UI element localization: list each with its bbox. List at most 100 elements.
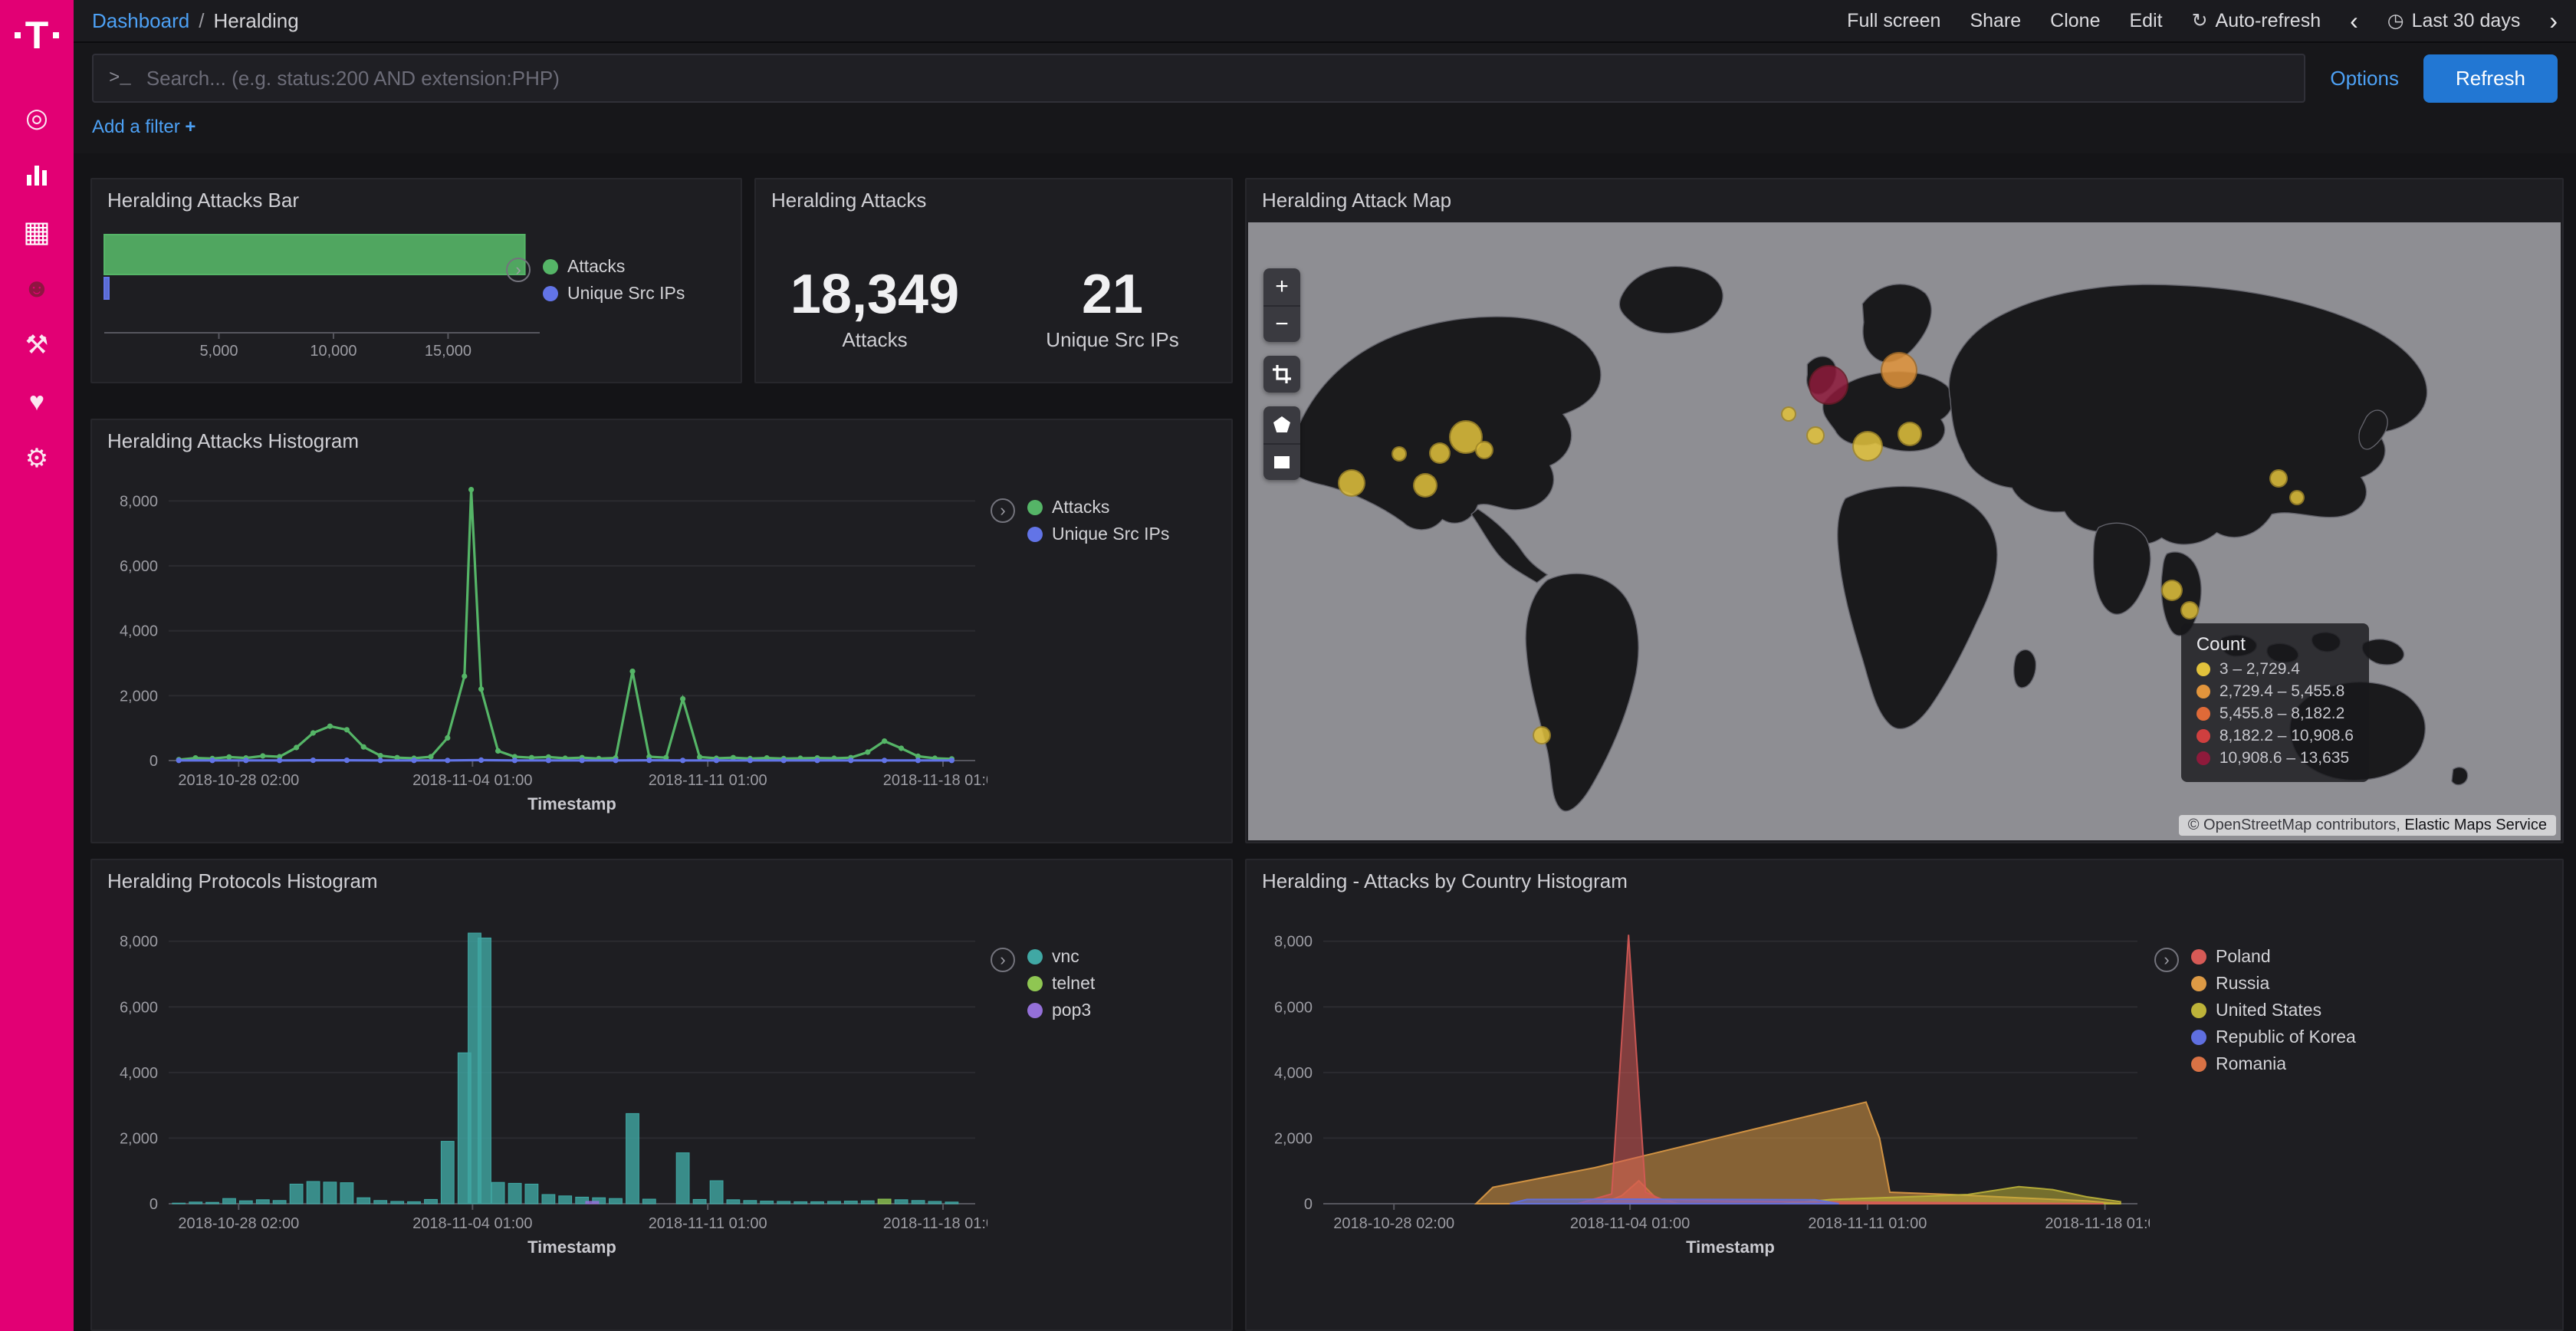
legend-item[interactable]: United States (2191, 1000, 2356, 1020)
map-marker[interactable] (1413, 473, 1438, 498)
query-prompt-icon: >_ (109, 68, 131, 89)
map-legend-range: 2,729.4 – 5,455.8 (2220, 682, 2344, 701)
search-input[interactable] (146, 67, 2289, 90)
svg-text:Timestamp: Timestamp (1686, 1237, 1775, 1257)
draw-polygon-button[interactable] (1263, 406, 1300, 443)
sidebar-item-discover[interactable]: ◎ (0, 98, 74, 138)
panel-title[interactable]: Heralding Attacks Bar (92, 179, 741, 215)
svg-text:2018-11-11 01:00: 2018-11-11 01:00 (649, 772, 767, 789)
legend-items: Poland Russia United States Republic of Kor… (2191, 946, 2356, 1074)
time-back-button[interactable]: ‹ (2350, 7, 2358, 35)
full-screen-button[interactable]: Full screen (1847, 10, 1940, 32)
legend-label: Poland (2216, 946, 2271, 967)
breadcrumb-current: Heralding (213, 9, 298, 33)
legend-item[interactable]: Republic of Korea (2191, 1027, 2356, 1047)
legend-item[interactable]: vnc (1027, 946, 1095, 967)
visualize-icon (27, 164, 47, 186)
legend-toggle-icon[interactable]: › (991, 948, 1015, 972)
breadcrumb-dashboard-link[interactable]: Dashboard (92, 9, 189, 33)
map-marker[interactable] (1852, 431, 1883, 462)
svg-text:2018-11-18 01:00: 2018-11-18 01:00 (2045, 1215, 2150, 1232)
legend-item[interactable]: Unique Src IPs (543, 283, 685, 304)
legend-item[interactable]: pop3 (1027, 1000, 1095, 1020)
map-marker[interactable] (2289, 490, 2305, 505)
time-range-button[interactable]: ◷ Last 30 days (2387, 9, 2521, 32)
legend-toggle-icon[interactable]: › (2154, 948, 2179, 972)
map-attribution[interactable]: © OpenStreetMap contributors, Elastic Ma… (2179, 815, 2556, 836)
svg-text:0: 0 (150, 753, 158, 770)
sidebar-item-management[interactable]: ⚙ (0, 439, 74, 478)
logo-dot (53, 32, 59, 38)
map-marker[interactable] (2161, 580, 2183, 601)
legend-toggle-icon[interactable]: › (506, 258, 531, 282)
panel-title[interactable]: Heralding Attacks (756, 179, 1231, 215)
refresh-button[interactable]: Refresh (2423, 54, 2558, 103)
draw-rectangle-button[interactable] (1263, 443, 1300, 480)
svg-text:Timestamp: Timestamp (527, 1237, 616, 1257)
sidebar-item-monitoring[interactable]: ♥ (0, 382, 74, 422)
edit-button[interactable]: Edit (2129, 10, 2162, 32)
protocols-bar-chart[interactable]: 02,0004,0006,0008,0002018-10-28 02:00201… (98, 906, 987, 1259)
panel-title[interactable]: Heralding - Attacks by Country Histogram (1247, 860, 2562, 896)
attacks-bar-chart[interactable]: 5,00010,00015,000 (101, 219, 561, 376)
discover-icon: ◎ (25, 103, 48, 133)
legend-item[interactable]: Russia (2191, 973, 2356, 994)
panel-title[interactable]: Heralding Attack Map (1247, 179, 2562, 215)
search-box[interactable]: >_ (92, 54, 2305, 103)
share-button[interactable]: Share (1970, 10, 2021, 32)
auto-refresh-button[interactable]: ↻ Auto-refresh (2192, 9, 2321, 32)
sidebar-item-dev-tools[interactable]: ⚒ (0, 325, 74, 365)
logo-letter: T (25, 16, 49, 54)
sidebar-nav: ◎ ▦ ☻ ⚒ ♥ ⚙ (0, 98, 74, 478)
svg-text:0: 0 (1304, 1196, 1313, 1213)
map-marker[interactable] (2180, 601, 2199, 619)
legend-item[interactable]: Romania (2191, 1053, 2356, 1074)
map-marker[interactable] (1429, 442, 1451, 464)
world-map[interactable]: + − Count 3 – 2,729.42,729.4 – 5,455.85,… (1248, 222, 2561, 840)
map-marker[interactable] (1881, 352, 1917, 389)
legend-item[interactable]: Attacks (1027, 497, 1169, 518)
map-marker[interactable] (2269, 469, 2288, 488)
map-marker[interactable] (1898, 422, 1922, 446)
map-legend-row: 2,729.4 – 5,455.8 (2196, 682, 2354, 701)
zoom-out-button[interactable]: − (1263, 305, 1300, 342)
attacks-line-chart[interactable]: 02,0004,0006,0008,0002018-10-28 02:00201… (98, 466, 987, 816)
panel-title[interactable]: Heralding Protocols Histogram (92, 860, 1231, 896)
sidebar-item-dashboard[interactable]: ▦ (0, 212, 74, 251)
telekom-logo[interactable]: T (0, 0, 74, 71)
map-legend-row: 10,908.6 – 13,635 (2196, 749, 2354, 767)
panel-country-histogram: Heralding - Attacks by Country Histogram… (1245, 859, 2564, 1331)
fit-bounds-button[interactable] (1263, 356, 1300, 393)
map-marker[interactable] (1533, 726, 1551, 744)
sidebar-item-honeypot[interactable]: ☻ (0, 268, 74, 308)
legend-item[interactable]: Unique Src IPs (1027, 524, 1169, 544)
map-marker[interactable] (1338, 469, 1365, 497)
options-link[interactable]: Options (2330, 67, 2399, 90)
svg-text:10,000: 10,000 (310, 343, 356, 360)
auto-refresh-label: Auto-refresh (2216, 10, 2321, 32)
legend-toggle-icon[interactable]: › (991, 498, 1015, 523)
map-marker[interactable] (1809, 365, 1848, 405)
map-marker[interactable] (1806, 426, 1825, 445)
map-marker[interactable] (1475, 441, 1493, 459)
clone-button[interactable]: Clone (2050, 10, 2100, 32)
add-filter-link[interactable]: Add a filter + (92, 117, 196, 137)
legend-item[interactable]: Attacks (543, 256, 685, 277)
map-marker[interactable] (1781, 406, 1796, 422)
map-legend-dot (2196, 685, 2210, 698)
map-marker[interactable] (1392, 446, 1407, 462)
legend-item[interactable]: Poland (2191, 946, 2356, 967)
svg-text:8,000: 8,000 (120, 493, 158, 510)
panel-title[interactable]: Heralding Attacks Histogram (92, 420, 1231, 456)
dev-tools-icon: ⚒ (25, 330, 48, 360)
legend-label: United States (2216, 1000, 2321, 1020)
legend-item[interactable]: telnet (1027, 973, 1095, 994)
sidebar-item-visualize[interactable] (0, 155, 74, 195)
time-forward-button[interactable]: › (2549, 7, 2558, 35)
map-count-legend: Count 3 – 2,729.42,729.4 – 5,455.85,455.… (2181, 623, 2369, 782)
panel-attacks-metric: Heralding Attacks 18,349 Attacks 21 Uniq… (754, 178, 1233, 383)
legend-items: Attacks Unique Src IPs (1027, 497, 1169, 544)
zoom-in-button[interactable]: + (1263, 268, 1300, 305)
panel-attacks-histogram: Heralding Attacks Histogram 02,0004,0006… (90, 419, 1233, 843)
country-area-chart[interactable]: 02,0004,0006,0008,0002018-10-28 02:00201… (1253, 906, 2150, 1259)
